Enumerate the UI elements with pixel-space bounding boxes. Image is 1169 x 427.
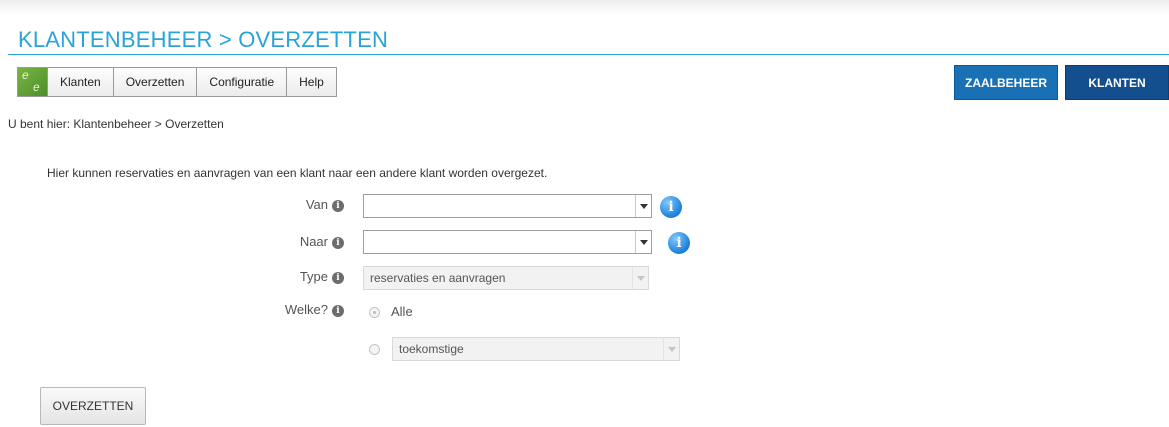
zaalbeheer-button[interactable]: ZAALBEHEER bbox=[954, 65, 1058, 100]
title-divider bbox=[8, 54, 1169, 55]
welke-label-group: Welke? i bbox=[244, 302, 344, 317]
menu-item-overzetten[interactable]: Overzetten bbox=[114, 68, 198, 96]
van-label-group: Van i bbox=[244, 197, 344, 212]
klanten-button[interactable]: KLANTEN bbox=[1065, 65, 1169, 100]
type-label: Type bbox=[299, 269, 328, 284]
toekomstige-value: toekomstige bbox=[399, 342, 464, 356]
page-title: KLANTENBEHEER > OVERZETTEN bbox=[18, 27, 389, 52]
naar-label-group: Naar i bbox=[244, 234, 344, 249]
chevron-down-icon bbox=[663, 338, 679, 360]
naar-select[interactable] bbox=[363, 230, 652, 254]
naar-label: Naar bbox=[299, 234, 328, 249]
naar-info-icon[interactable]: i bbox=[668, 232, 690, 254]
menu-item-help[interactable]: Help bbox=[287, 68, 336, 96]
type-label-group: Type i bbox=[244, 269, 344, 284]
top-shadow bbox=[0, 0, 1169, 14]
type-help-icon[interactable]: i bbox=[332, 271, 344, 284]
menu-item-klanten[interactable]: Klanten bbox=[48, 68, 114, 96]
menu-bar: e e Klanten Overzetten Configuratie Help bbox=[17, 67, 337, 97]
menu-item-configuratie[interactable]: Configuratie bbox=[197, 68, 288, 96]
chevron-down-icon bbox=[632, 267, 648, 289]
radio-alle-label: Alle bbox=[391, 304, 413, 319]
van-info-icon[interactable]: i bbox=[660, 196, 682, 218]
van-help-icon[interactable]: i bbox=[332, 199, 344, 212]
toekomstige-select[interactable]: toekomstige bbox=[392, 337, 680, 361]
intro-text: Hier kunnen reservaties en aanvragen van… bbox=[47, 166, 548, 180]
welke-help-icon[interactable]: i bbox=[332, 304, 344, 317]
logo-letter: e bbox=[22, 68, 29, 82]
breadcrumb: U bent hier: Klantenbeheer > Overzetten bbox=[8, 117, 224, 131]
logo-letter: e bbox=[33, 80, 40, 94]
welke-label: Welke? bbox=[284, 302, 328, 317]
van-select[interactable] bbox=[363, 194, 652, 218]
radio-toekomstige[interactable] bbox=[369, 344, 380, 355]
naar-help-icon[interactable]: i bbox=[332, 236, 344, 249]
chevron-down-icon[interactable] bbox=[635, 231, 651, 253]
van-label: Van bbox=[305, 197, 328, 212]
type-value: reservaties en aanvragen bbox=[370, 271, 506, 285]
chevron-down-icon[interactable] bbox=[635, 195, 651, 217]
type-select[interactable]: reservaties en aanvragen bbox=[363, 266, 649, 290]
app-logo-icon[interactable]: e e bbox=[18, 68, 48, 96]
radio-alle[interactable] bbox=[369, 307, 380, 318]
overzetten-button[interactable]: OVERZETTEN bbox=[40, 387, 146, 425]
